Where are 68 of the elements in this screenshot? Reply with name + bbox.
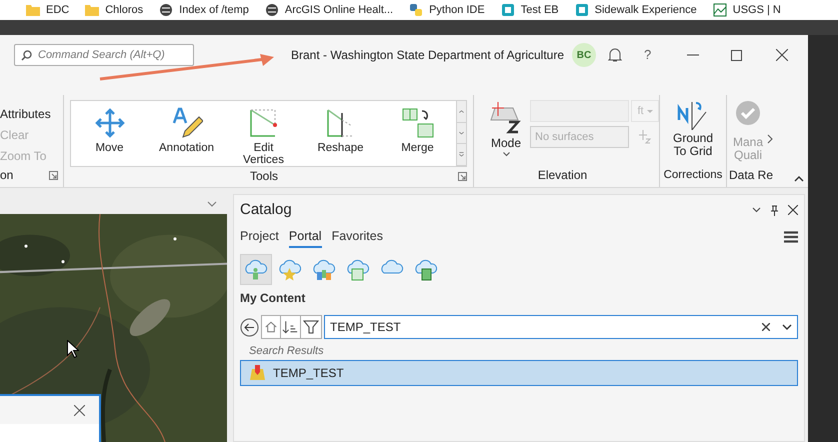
- sort-icon[interactable]: [281, 316, 301, 338]
- results-label: Search Results: [249, 344, 325, 360]
- collapse-ribbon-icon[interactable]: [794, 176, 804, 182]
- bookmark-link[interactable]: Test EB: [520, 2, 559, 18]
- menu-icon[interactable]: [784, 231, 798, 244]
- clear-icon[interactable]: [762, 323, 770, 332]
- bookmark-link[interactable]: Sidewalk Experience: [594, 2, 697, 18]
- group-label: Data Re: [729, 167, 774, 184]
- tool-button[interactable]: Annotation: [148, 107, 225, 154]
- mode-button[interactable]: Mode: [486, 100, 526, 157]
- user-avatar[interactable]: BC: [572, 43, 596, 67]
- ribbon-command[interactable]: Attributes: [0, 103, 63, 124]
- folder-icon: [26, 4, 40, 16]
- catalog-tab[interactable]: Favorites: [332, 226, 383, 248]
- app-icon: [500, 3, 515, 17]
- result-row[interactable]: TEMP_TEST: [240, 360, 798, 386]
- ground-to-grid-button[interactable]: Ground To Grid: [668, 100, 718, 158]
- dialog-launcher-icon[interactable]: [49, 170, 58, 180]
- merge-icon: [402, 107, 434, 139]
- pin-icon[interactable]: [771, 204, 778, 216]
- section-heading: My Content: [240, 290, 306, 308]
- map-layer-icon: [250, 365, 265, 380]
- catalog-tab[interactable]: Project: [240, 226, 279, 248]
- search-field[interactable]: TEMP_TEST: [324, 315, 798, 340]
- bell-icon[interactable]: [608, 47, 622, 63]
- bookmark-link[interactable]: Python IDE: [429, 2, 485, 18]
- mouse-cursor-icon: [67, 340, 79, 358]
- panel-title: Catalog: [240, 200, 293, 220]
- chevron-down-icon[interactable]: [782, 324, 792, 330]
- bookmark-link[interactable]: EDC: [46, 2, 70, 18]
- help-button[interactable]: ?: [644, 45, 652, 65]
- group-label: Tools: [248, 168, 279, 185]
- app-icon: [574, 3, 589, 17]
- search-icon: [21, 50, 32, 60]
- tool-button[interactable]: Edit Vertices: [225, 107, 302, 166]
- tool-button[interactable]: Reshape: [302, 107, 379, 154]
- maximize-icon[interactable]: [731, 50, 742, 60]
- map-icon: [712, 3, 727, 17]
- checkmark-icon: [735, 100, 761, 126]
- search-input[interactable]: TEMP_TEST: [330, 318, 762, 336]
- dialog-launcher-icon[interactable]: [458, 172, 467, 180]
- window-title: Brant - Washington State Department of Agriculture: [291, 47, 564, 64]
- vertex-edit-icon: [248, 107, 280, 139]
- group-label: Corrections: [664, 168, 722, 183]
- catalog-tab[interactable]: Portal: [288, 226, 322, 248]
- cloud-person-icon[interactable]: [240, 254, 272, 286]
- group-label: Elevation: [536, 167, 588, 184]
- group-label: on: [0, 167, 14, 184]
- folder-icon: [85, 4, 100, 16]
- z-icon: [639, 130, 651, 144]
- tool-button[interactable]: Merge: [379, 107, 456, 154]
- chevron-down-icon[interactable]: [752, 207, 761, 214]
- elevation-plane-icon: [489, 100, 523, 134]
- bookmark-link[interactable]: USGS | N: [732, 2, 781, 18]
- chevron-right-icon[interactable]: [767, 134, 773, 144]
- back-icon[interactable]: [240, 318, 259, 337]
- pencil-icon: [170, 107, 202, 139]
- close-icon[interactable]: [788, 205, 798, 216]
- tool-button[interactable]: Move: [71, 107, 148, 154]
- bookmark-link[interactable]: ArcGIS Online Healt...: [284, 2, 394, 18]
- close-icon[interactable]: [74, 404, 85, 416]
- command-search-field[interactable]: Command Search (Alt+Q): [14, 44, 194, 66]
- caret-icon: [502, 152, 510, 157]
- bookmark-link[interactable]: Chloros: [105, 2, 144, 18]
- move-arrows-icon: [94, 107, 126, 139]
- bookmark-link[interactable]: Index of /temp: [179, 2, 249, 18]
- close-icon[interactable]: [776, 49, 788, 61]
- python-icon: [409, 3, 424, 17]
